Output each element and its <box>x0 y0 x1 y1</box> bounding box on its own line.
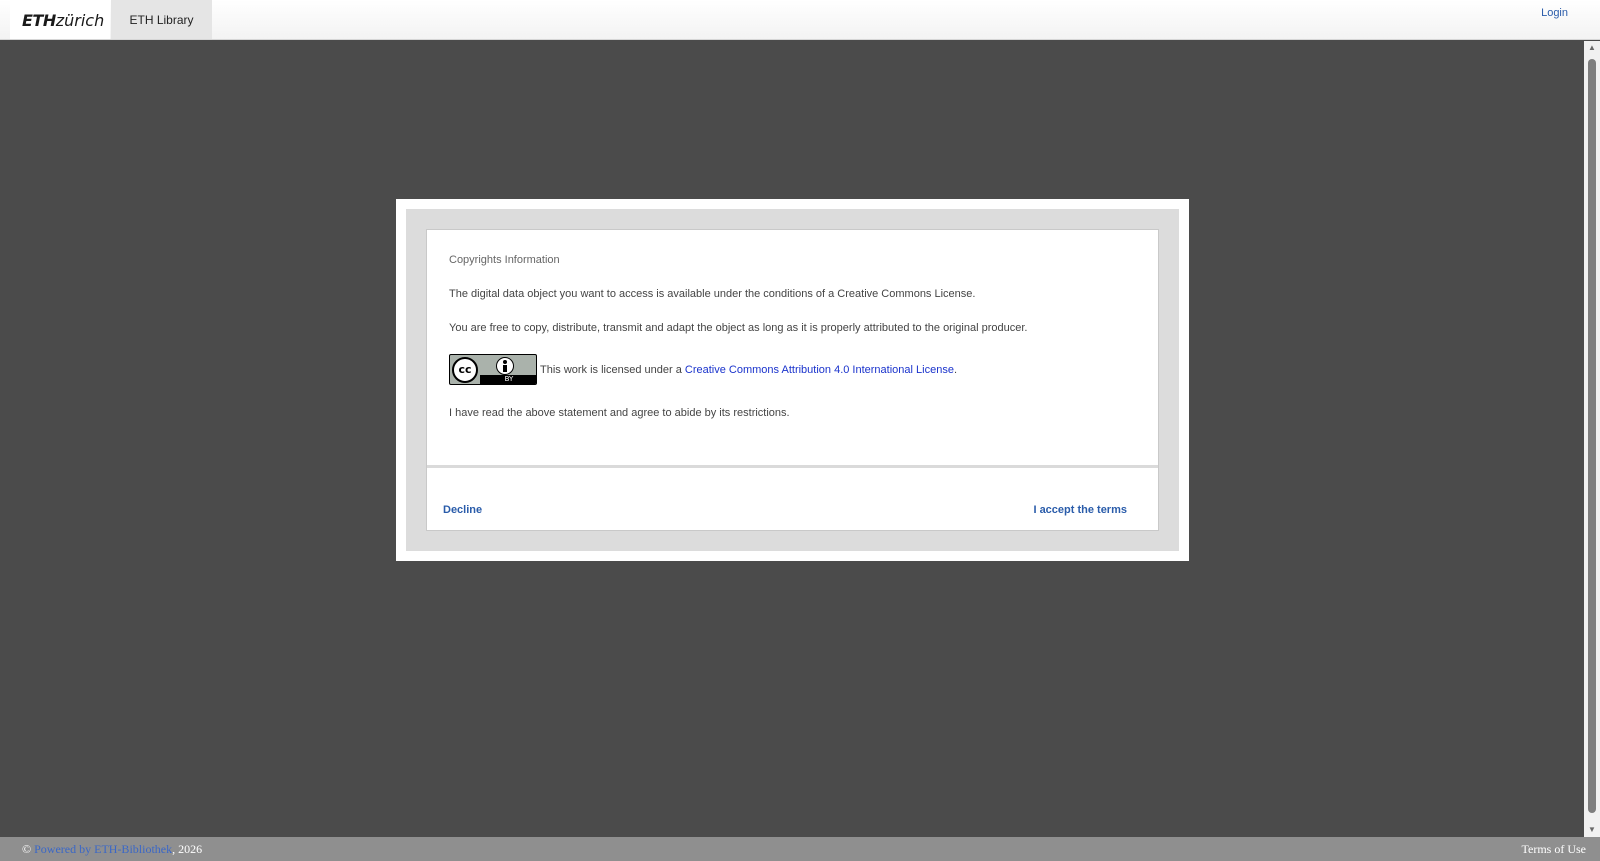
accept-terms-button[interactable]: I accept the terms <box>1033 504 1127 516</box>
license-suffix: . <box>953 363 958 376</box>
eth-zurich-logo[interactable]: ETHzürich <box>10 0 110 39</box>
dialog-title: Copyrights Information <box>449 254 560 266</box>
usage-rights-text: You are free to copy, distribute, transm… <box>449 322 1028 334</box>
license-row: cc BY This work is licensed under a Crea… <box>449 354 1136 385</box>
license-prefix: This work is licensed under a <box>540 363 685 376</box>
page-footer: © Powered by ETH-Bibliothek, 2026 Terms … <box>0 837 1600 861</box>
footer-year: , 2026 <box>172 842 203 856</box>
license-link[interactable]: Creative Commons Attribution 4.0 Interna… <box>685 364 954 376</box>
logo-bold-text: ETH <box>22 11 56 30</box>
copyright-symbol: © <box>22 842 35 856</box>
top-header: ETHzürich ETH Library Login <box>0 0 1600 40</box>
dialog-card: Copyrights Information The digital data … <box>426 229 1159 531</box>
powered-by-link[interactable]: Powered by ETH-Bibliothek <box>34 842 172 856</box>
scroll-up-arrow-icon[interactable]: ▲ <box>1584 41 1600 55</box>
cc-by-license-badge[interactable]: cc BY <box>449 354 537 385</box>
terms-of-use-link[interactable]: Terms of Use <box>1522 842 1586 857</box>
logo-rest-text: zürich <box>55 11 105 30</box>
dialog-actions: Decline I accept the terms <box>427 468 1158 530</box>
login-link[interactable]: Login <box>1541 7 1568 19</box>
scroll-down-arrow-icon[interactable]: ▼ <box>1584 823 1600 837</box>
dialog-content: Copyrights Information The digital data … <box>427 230 1158 465</box>
agreement-text: I have read the above statement and agre… <box>449 407 790 419</box>
attribution-person-icon <box>496 357 514 375</box>
copyright-dialog: Copyrights Information The digital data … <box>396 199 1189 561</box>
vertical-scrollbar[interactable]: ▲ ▼ <box>1584 41 1600 837</box>
scroll-thumb[interactable] <box>1588 59 1596 813</box>
cc-icon: cc <box>452 357 478 383</box>
license-statement: This work is licensed under a Creative C… <box>540 364 957 376</box>
decline-button[interactable]: Decline <box>443 504 482 516</box>
license-availability-text: The digital data object you want to acce… <box>449 288 976 300</box>
footer-copyright: © Powered by ETH-Bibliothek, 2026 <box>22 842 202 857</box>
dialog-frame: Copyrights Information The digital data … <box>406 209 1179 551</box>
by-label: BY <box>480 375 536 384</box>
eth-library-tab[interactable]: ETH Library <box>111 0 212 39</box>
